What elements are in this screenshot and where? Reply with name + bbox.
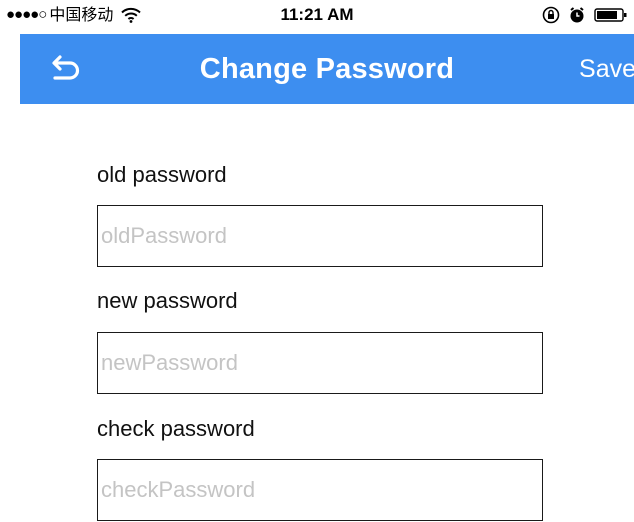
check-password-label: check password: [97, 416, 255, 441]
new-password-label: new password: [97, 288, 238, 313]
page-title: Change Password: [199, 53, 455, 85]
save-button[interactable]: Save: [579, 52, 634, 86]
new-password-input[interactable]: [97, 332, 543, 394]
status-bar-right: [542, 6, 628, 29]
nav-bar: Change Password Save: [20, 34, 634, 104]
alarm-icon: [568, 6, 586, 29]
check-password-input[interactable]: [97, 459, 543, 521]
status-bar-time: 11:21 AM: [280, 5, 354, 24]
status-bar: ●●●●○ 中国移动 11:21 AM: [0, 0, 634, 30]
orientation-lock-icon: [542, 6, 560, 29]
old-password-label: old password: [97, 162, 227, 187]
battery-icon: [594, 7, 628, 28]
old-password-input[interactable]: [97, 205, 543, 267]
